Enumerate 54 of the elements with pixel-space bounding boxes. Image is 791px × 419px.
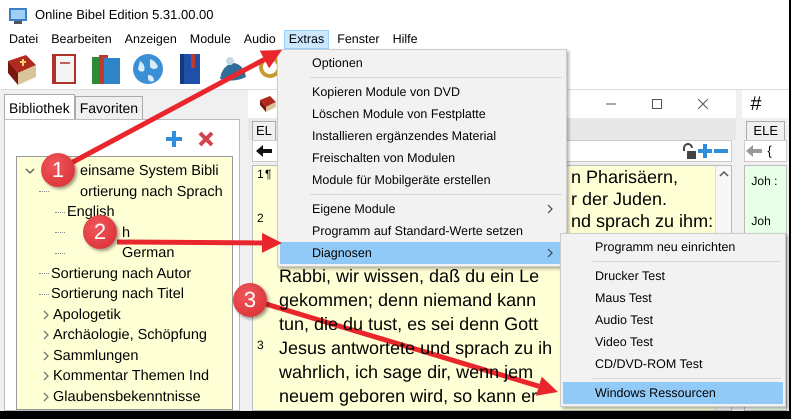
tree-item[interactable]: Sammlungen <box>53 348 138 364</box>
menu-item[interactable]: Programm auf Standard-Werte setzen <box>280 220 564 242</box>
verse-text: nd sprach zu ihm: <box>571 210 714 232</box>
menu-item[interactable]: Installieren ergänzendes Material <box>280 125 564 147</box>
verse-number: 3 <box>257 337 264 354</box>
menu-item[interactable]: Datei <box>4 30 44 49</box>
menu-item[interactable]: Löschen Module von Festplatte <box>280 103 564 125</box>
menu-item[interactable]: Module für Mobilgeräte erstellen <box>280 169 564 191</box>
tree-item[interactable]: ortierung nach Sprach <box>80 184 223 200</box>
toolbar-text: { <box>767 142 772 160</box>
menu-item[interactable]: Extras <box>284 30 330 49</box>
tree-item[interactable]: h <box>122 224 130 240</box>
tab[interactable]: Bibliothek <box>4 94 75 119</box>
tree-item[interactable]: Kommentar Themen Ind <box>53 368 210 384</box>
menu-item[interactable]: CD/DVD-ROM Test <box>563 353 783 375</box>
verse-text: Jesus antwortete und sprach zu ih <box>279 337 552 360</box>
tree-item[interactable]: German <box>122 245 174 261</box>
window-title: Online Bibel Edition 5.31.00.00 <box>35 6 214 24</box>
menu-item[interactable]: Video Test <box>563 331 783 353</box>
reference-text: Joh <box>751 214 771 228</box>
menu-item[interactable]: Drucker Test <box>563 265 783 287</box>
tab[interactable]: Favoriten <box>74 96 144 119</box>
menu-item[interactable]: Windows Ressourcen <box>563 382 783 404</box>
menu-item[interactable]: Audio <box>238 30 281 49</box>
menu-item[interactable]: Audio Test <box>563 309 783 331</box>
menu-item[interactable]: Optionen <box>280 52 564 74</box>
verse-text: n Pharisäern, <box>571 166 678 188</box>
verse-text: gekommen; denn niemand kann <box>279 289 536 312</box>
menu-item[interactable]: Anzeigen <box>120 30 182 49</box>
tree-item[interactable]: Apologetik <box>53 306 121 322</box>
verse-number: 1 <box>257 166 264 183</box>
tree-item[interactable]: einsame System Bibli <box>80 163 219 179</box>
verse-text: r der Juden. <box>571 188 668 210</box>
verse-text: Rabbi, wir wissen, daß du ein Le <box>279 265 540 288</box>
menu-item[interactable]: Bearbeiten <box>46 30 117 49</box>
verse-number: 2 <box>257 210 264 227</box>
menu-item[interactable]: Kopieren Module von DVD <box>280 81 564 103</box>
verse-text: neuem geboren wird, so kann er <box>279 385 538 408</box>
tab[interactable]: ELE <box>746 121 785 140</box>
tree-item[interactable]: Archäologie, Schöpfung <box>53 327 207 343</box>
tree-item[interactable]: Sortierung nach Titel <box>51 286 184 302</box>
reference-text: Joh : <box>751 174 778 188</box>
menu-item[interactable]: Fenster <box>332 30 385 49</box>
menu-item[interactable]: Maus Test <box>563 287 783 309</box>
menu-item[interactable]: Freischalten von Modulen <box>280 147 564 169</box>
menu-item[interactable]: Module <box>184 30 236 49</box>
menu-item[interactable]: Hilfe <box>388 30 423 49</box>
verse-text: ¶ <box>265 166 272 183</box>
window-title: # <box>742 90 789 118</box>
tree-item[interactable]: Glaubensbekenntnisse <box>53 388 201 404</box>
tree-item[interactable]: Sortierung nach Autor <box>51 266 192 282</box>
menu-item[interactable]: Eigene Module <box>280 198 564 220</box>
menu-item[interactable]: Programm neu einrichten <box>563 236 783 258</box>
tab[interactable]: EL <box>252 121 276 140</box>
